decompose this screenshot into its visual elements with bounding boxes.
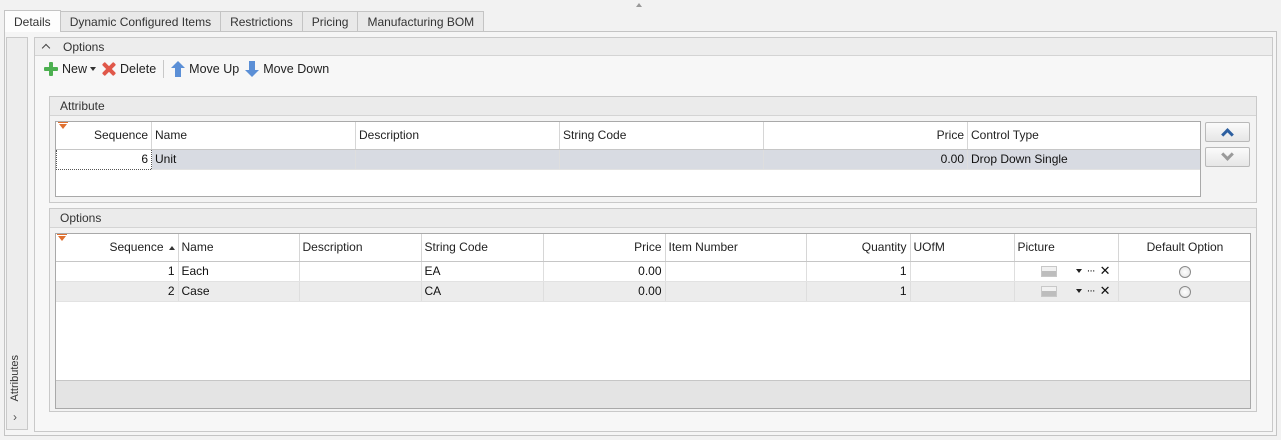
column-header-quantity[interactable]: Quantity bbox=[806, 234, 911, 262]
options-toolbar: New Delete Move Up Move Down bbox=[35, 56, 1272, 82]
attribute-grid-header: Sequence Name Description String Code Pr… bbox=[56, 122, 1200, 150]
delete-button[interactable]: Delete bbox=[99, 58, 159, 80]
move-attribute-up-button[interactable] bbox=[1205, 122, 1250, 142]
cell-name[interactable]: Each bbox=[178, 261, 300, 282]
column-header-uofm[interactable]: UOfM bbox=[910, 234, 1015, 262]
column-header-sequence[interactable]: Sequence bbox=[56, 122, 152, 150]
blue-up-arrow-icon bbox=[171, 61, 186, 77]
red-x-icon bbox=[102, 62, 116, 76]
cell-sequence[interactable]: 1 bbox=[56, 261, 179, 282]
tab-manufacturing-bom[interactable]: Manufacturing BOM bbox=[357, 11, 485, 32]
delete-button-label: Delete bbox=[120, 62, 157, 76]
cell-description[interactable] bbox=[299, 281, 422, 302]
green-plus-icon bbox=[44, 62, 58, 76]
blue-down-arrow-icon bbox=[245, 61, 260, 77]
column-header-string-code[interactable]: String Code bbox=[421, 234, 544, 262]
options-panel-header[interactable]: Options bbox=[35, 38, 1272, 56]
column-header-price[interactable]: Price bbox=[763, 122, 968, 150]
move-down-button[interactable]: Move Down bbox=[242, 58, 332, 80]
picture-thumbnail-icon bbox=[1040, 265, 1057, 277]
cell-quantity[interactable]: 1 bbox=[806, 261, 911, 282]
column-header-picture[interactable]: Picture bbox=[1014, 234, 1119, 262]
table-row[interactable]: 6 Unit 0.00 Drop Down Single bbox=[56, 148, 1200, 170]
cell-picture[interactable]: ··· ✕ bbox=[1014, 261, 1119, 282]
column-header-description[interactable]: Description bbox=[355, 122, 560, 150]
options-group-title: Options bbox=[50, 209, 1256, 228]
cell-item-number[interactable] bbox=[665, 261, 807, 282]
tab-dynamic-configured-items[interactable]: Dynamic Configured Items bbox=[59, 11, 222, 32]
options-grid-header: Sequence Name Description String Code Pr… bbox=[56, 234, 1250, 262]
cell-price[interactable]: 0.00 bbox=[763, 149, 968, 170]
column-header-control-type[interactable]: Control Type bbox=[967, 122, 1200, 150]
attribute-grid[interactable]: Sequence Name Description String Code Pr… bbox=[55, 121, 1201, 197]
attributes-side-label: Attributes bbox=[9, 354, 21, 401]
column-header-name[interactable]: Name bbox=[151, 122, 356, 150]
options-panel-title: Options bbox=[63, 39, 105, 54]
picture-browse-icon[interactable]: ··· bbox=[1087, 286, 1096, 297]
default-option-radio[interactable] bbox=[1179, 265, 1191, 278]
cell-string-code[interactable]: EA bbox=[421, 261, 544, 282]
cell-sequence[interactable]: 2 bbox=[56, 281, 179, 302]
picture-browse-icon[interactable]: ··· bbox=[1087, 266, 1096, 277]
cell-price[interactable]: 0.00 bbox=[543, 261, 666, 282]
collapse-chevron-icon[interactable] bbox=[41, 42, 51, 52]
tab-pricing[interactable]: Pricing bbox=[301, 11, 359, 32]
cell-string-code[interactable]: CA bbox=[421, 281, 544, 302]
column-header-price[interactable]: Price bbox=[543, 234, 666, 262]
cell-name[interactable]: Case bbox=[178, 281, 300, 302]
move-up-button[interactable]: Move Up bbox=[168, 58, 242, 80]
picture-clear-icon[interactable]: ✕ bbox=[1100, 264, 1111, 277]
move-down-label: Move Down bbox=[263, 62, 330, 76]
picture-dropdown-icon[interactable] bbox=[1075, 289, 1082, 293]
toolbar-separator bbox=[163, 60, 165, 78]
cell-uofm[interactable] bbox=[910, 281, 1015, 302]
filter-row-icon[interactable] bbox=[57, 234, 67, 241]
new-dropdown-caret-icon[interactable] bbox=[90, 67, 97, 71]
options-grid[interactable]: Sequence Name Description String Code Pr… bbox=[55, 233, 1251, 409]
attribute-group-title: Attribute bbox=[50, 97, 1256, 116]
column-header-default-option[interactable]: Default Option bbox=[1118, 234, 1250, 262]
cell-name[interactable]: Unit bbox=[151, 149, 356, 170]
cell-sequence[interactable]: 6 bbox=[56, 148, 152, 170]
cell-control-type[interactable]: Drop Down Single bbox=[967, 149, 1200, 170]
tab-strip: Details Dynamic Configured Items Restric… bbox=[4, 10, 485, 32]
cell-description[interactable] bbox=[299, 261, 422, 282]
options-grid-footer bbox=[56, 380, 1250, 408]
column-header-item-number[interactable]: Item Number bbox=[665, 234, 807, 262]
cell-string-code[interactable] bbox=[559, 149, 764, 170]
cell-default-option[interactable] bbox=[1118, 281, 1250, 302]
expand-chevron-icon[interactable]: › bbox=[13, 410, 17, 424]
tab-restrictions[interactable]: Restrictions bbox=[220, 11, 303, 32]
cell-uofm[interactable] bbox=[910, 261, 1015, 282]
column-header-string-code[interactable]: String Code bbox=[559, 122, 764, 150]
move-up-label: Move Up bbox=[189, 62, 240, 76]
column-header-name[interactable]: Name bbox=[178, 234, 300, 262]
move-attribute-down-button[interactable] bbox=[1205, 147, 1250, 167]
picture-thumbnail-icon bbox=[1040, 285, 1057, 297]
default-option-radio[interactable] bbox=[1179, 285, 1191, 298]
attributes-side-panel[interactable]: Attributes › bbox=[6, 37, 28, 430]
new-button[interactable]: New bbox=[41, 58, 99, 80]
tab-details[interactable]: Details bbox=[4, 10, 61, 32]
column-header-sequence[interactable]: Sequence bbox=[56, 234, 179, 262]
filter-row-icon[interactable] bbox=[57, 122, 68, 129]
cell-default-option[interactable] bbox=[1118, 261, 1250, 282]
cell-description[interactable] bbox=[355, 149, 560, 170]
picture-dropdown-icon[interactable] bbox=[1075, 269, 1082, 273]
chevron-up-icon bbox=[1221, 128, 1234, 141]
cell-item-number[interactable] bbox=[665, 281, 807, 302]
chevron-down-icon bbox=[1221, 148, 1234, 161]
sort-ascending-icon bbox=[168, 246, 175, 251]
cell-quantity[interactable]: 1 bbox=[806, 281, 911, 302]
table-row[interactable]: 1 Each EA 0.00 1 ··· ✕ bbox=[56, 261, 1250, 282]
table-row[interactable]: 2 Case CA 0.00 1 ··· ✕ bbox=[56, 281, 1250, 302]
new-button-label: New bbox=[62, 62, 88, 76]
picture-clear-icon[interactable]: ✕ bbox=[1100, 284, 1111, 297]
column-header-description[interactable]: Description bbox=[299, 234, 422, 262]
top-splitter-grip-icon[interactable] bbox=[636, 3, 642, 7]
cell-picture[interactable]: ··· ✕ bbox=[1014, 281, 1119, 302]
cell-price[interactable]: 0.00 bbox=[543, 281, 666, 302]
